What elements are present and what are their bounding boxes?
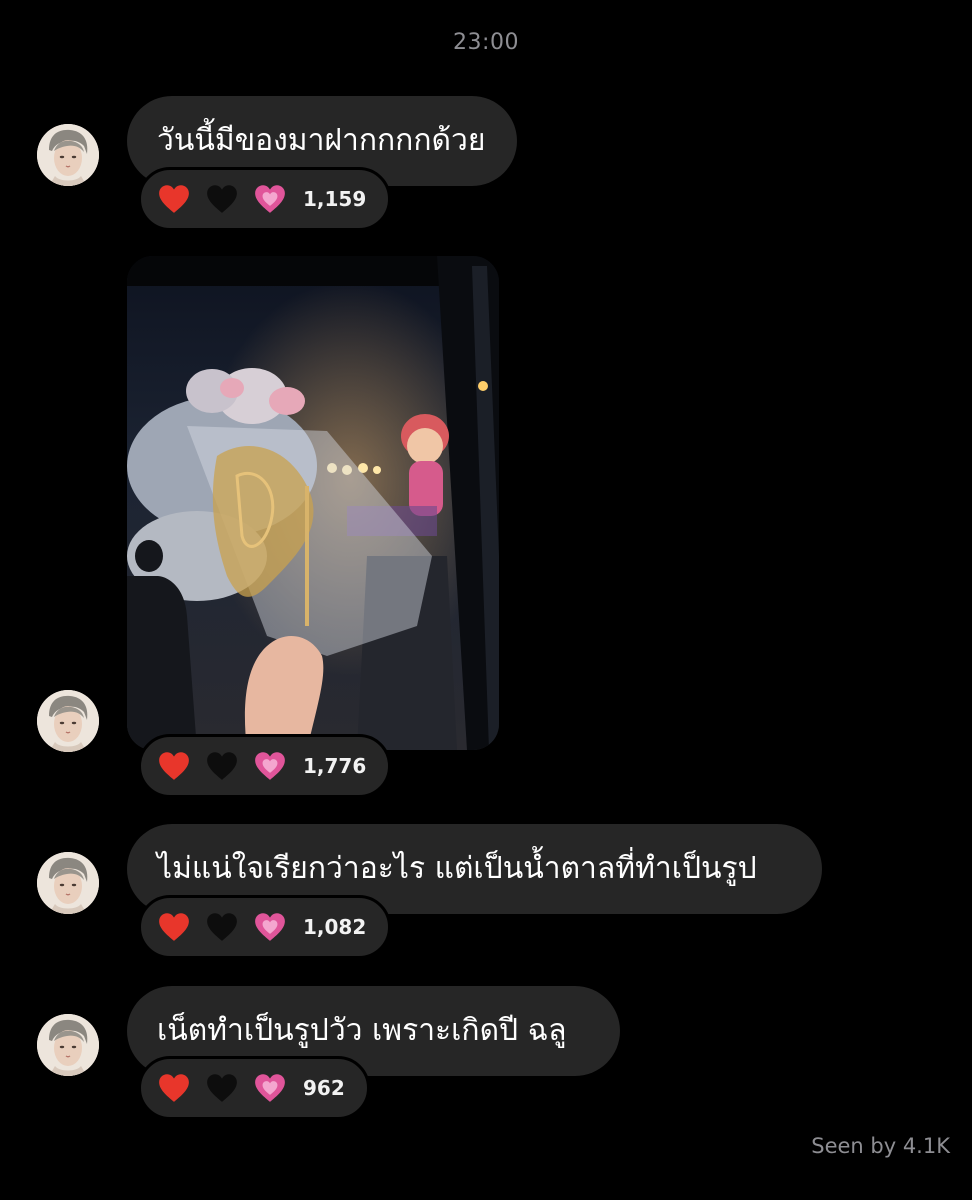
reaction-bar[interactable]: 962 — [138, 1056, 370, 1120]
black-heart-icon — [205, 910, 239, 944]
reaction-count: 962 — [303, 1076, 345, 1100]
sender-avatar[interactable] — [37, 852, 99, 914]
growing-heart-icon — [253, 749, 287, 783]
growing-heart-icon — [253, 1071, 287, 1105]
red-heart-icon — [157, 749, 191, 783]
reaction-bar[interactable]: 1,776 — [138, 734, 392, 798]
sender-avatar[interactable] — [37, 1014, 99, 1076]
reaction-count: 1,082 — [303, 915, 367, 939]
message-text: ไม่แน่ใจเรียกว่าอะไร แต่เป็นน้ำตาลที่ทำเ… — [157, 851, 757, 886]
growing-heart-icon — [253, 182, 287, 216]
black-heart-icon — [205, 749, 239, 783]
red-heart-icon — [157, 1071, 191, 1105]
reaction-count: 1,159 — [303, 187, 367, 211]
reaction-bar[interactable]: 1,082 — [138, 895, 392, 959]
sender-avatar[interactable] — [37, 690, 99, 752]
message-text: วันนี้มีของมาฝากกกกด้วย — [157, 123, 486, 158]
black-heart-icon — [205, 182, 239, 216]
black-heart-icon — [205, 1071, 239, 1105]
message-text: เน็ตทำเป็นรูปวัว เพราะเกิดปี ฉลู — [157, 1013, 567, 1048]
reaction-bar[interactable]: 1,159 — [138, 167, 392, 231]
message-photo[interactable] — [127, 256, 499, 750]
red-heart-icon — [157, 910, 191, 944]
sender-avatar[interactable] — [37, 124, 99, 186]
red-heart-icon — [157, 182, 191, 216]
reaction-count: 1,776 — [303, 754, 367, 778]
photo-candy-ox-image — [127, 256, 499, 750]
growing-heart-icon — [253, 910, 287, 944]
chat-timestamp: 23:00 — [453, 30, 519, 55]
seen-status: Seen by 4.1K — [811, 1134, 950, 1158]
